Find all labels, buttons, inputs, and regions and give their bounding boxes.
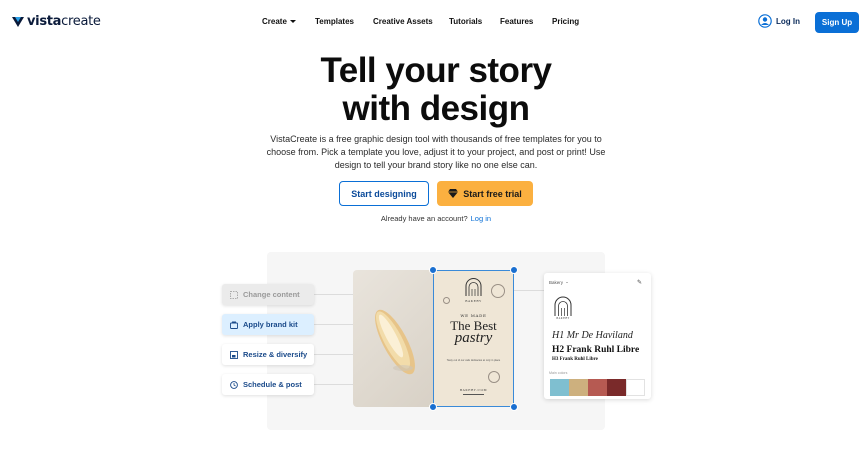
feature-label: Apply brand kit [243,320,298,329]
chevron-down-icon [566,282,569,283]
feature-apply-brand-kit[interactable]: Apply brand kit [222,314,314,335]
feature-resize-diversify[interactable]: Resize & diversify [222,344,314,365]
resize-handle-top-left[interactable] [429,266,437,274]
pastry-photo [353,270,433,407]
nav-creative-assets[interactable]: Creative Assets [373,17,433,26]
diamond-icon [448,189,459,198]
color-swatch[interactable] [588,379,607,396]
nav-templates[interactable]: Templates [315,17,354,26]
color-swatch[interactable] [607,379,626,396]
resize-handle-bottom-left[interactable] [429,403,437,411]
hero-title: Tell your story with design [0,52,862,128]
clock-icon [230,380,238,389]
brand-kit-icon [230,321,238,329]
user-icon [758,14,772,28]
hero-title-line-2: with design [342,89,531,128]
hero-title-line-1: Tell your story [320,51,552,90]
connector-line [514,290,544,291]
brand-kit-dropdown[interactable]: Bakery [549,280,569,285]
change-content-icon [230,290,238,299]
panel-bakery-label: BAKERY [556,317,570,320]
vistacreate-logo[interactable]: vistacreate [12,14,101,29]
nav-create[interactable]: Create [262,17,296,26]
color-swatch[interactable] [550,379,569,396]
color-swatch[interactable] [569,379,588,396]
resize-handle-top-right[interactable] [510,266,518,274]
eclair-image [375,309,415,375]
logo-mark-icon [12,16,24,27]
signup-button[interactable]: Sign Up [815,12,859,33]
resize-icon [230,350,238,359]
login-label: Log In [776,16,800,26]
connector-line [314,354,353,355]
start-free-trial-button[interactable]: Start free trial [437,181,533,206]
hero-description: VistaCreate is a free graphic design too… [266,134,606,170]
login-link[interactable]: Log In [758,14,800,28]
panel-bakery-logo-icon [554,296,572,316]
account-prompt-text: Already have an account? [380,214,468,223]
feature-schedule-post[interactable]: Schedule & post [222,374,314,395]
nav-pricing[interactable]: Pricing [552,17,579,26]
connector-line [314,324,353,325]
pencil-icon[interactable]: ✎ [637,279,642,286]
nav-features[interactable]: Features [500,17,533,26]
feature-label: Schedule & post [243,380,302,389]
connector-line [314,294,353,295]
chevron-down-icon [289,20,296,23]
account-prompt: Already have an account? Log in [0,214,862,223]
panel-h3-font: H3 Frank Ruhl Libre [552,357,598,362]
color-swatch[interactable] [626,379,645,396]
panel-colors-label: Main colors [549,371,568,375]
brand-kit-dropdown-label: Bakery [549,280,564,285]
account-login-link[interactable]: Log in [471,214,491,223]
feature-label: Change content [243,290,300,299]
resize-handle-bottom-right[interactable] [510,403,518,411]
selection-frame [433,270,514,407]
start-free-trial-label: Start free trial [463,188,522,199]
feature-change-content[interactable]: Change content [222,284,314,305]
panel-h1-font: H1 Mr De Haviland [552,330,633,341]
start-designing-button[interactable]: Start designing [339,181,429,206]
panel-h2-font: H2 Frank Ruhl Libre [552,345,640,355]
logo-text: vistacreate [27,14,101,29]
feature-label: Resize & diversify [243,350,308,359]
nav-tutorials[interactable]: Tutorials [449,17,482,26]
top-nav-bar: vistacreate Create Templates Creative As… [0,0,862,44]
connector-line [314,384,353,385]
